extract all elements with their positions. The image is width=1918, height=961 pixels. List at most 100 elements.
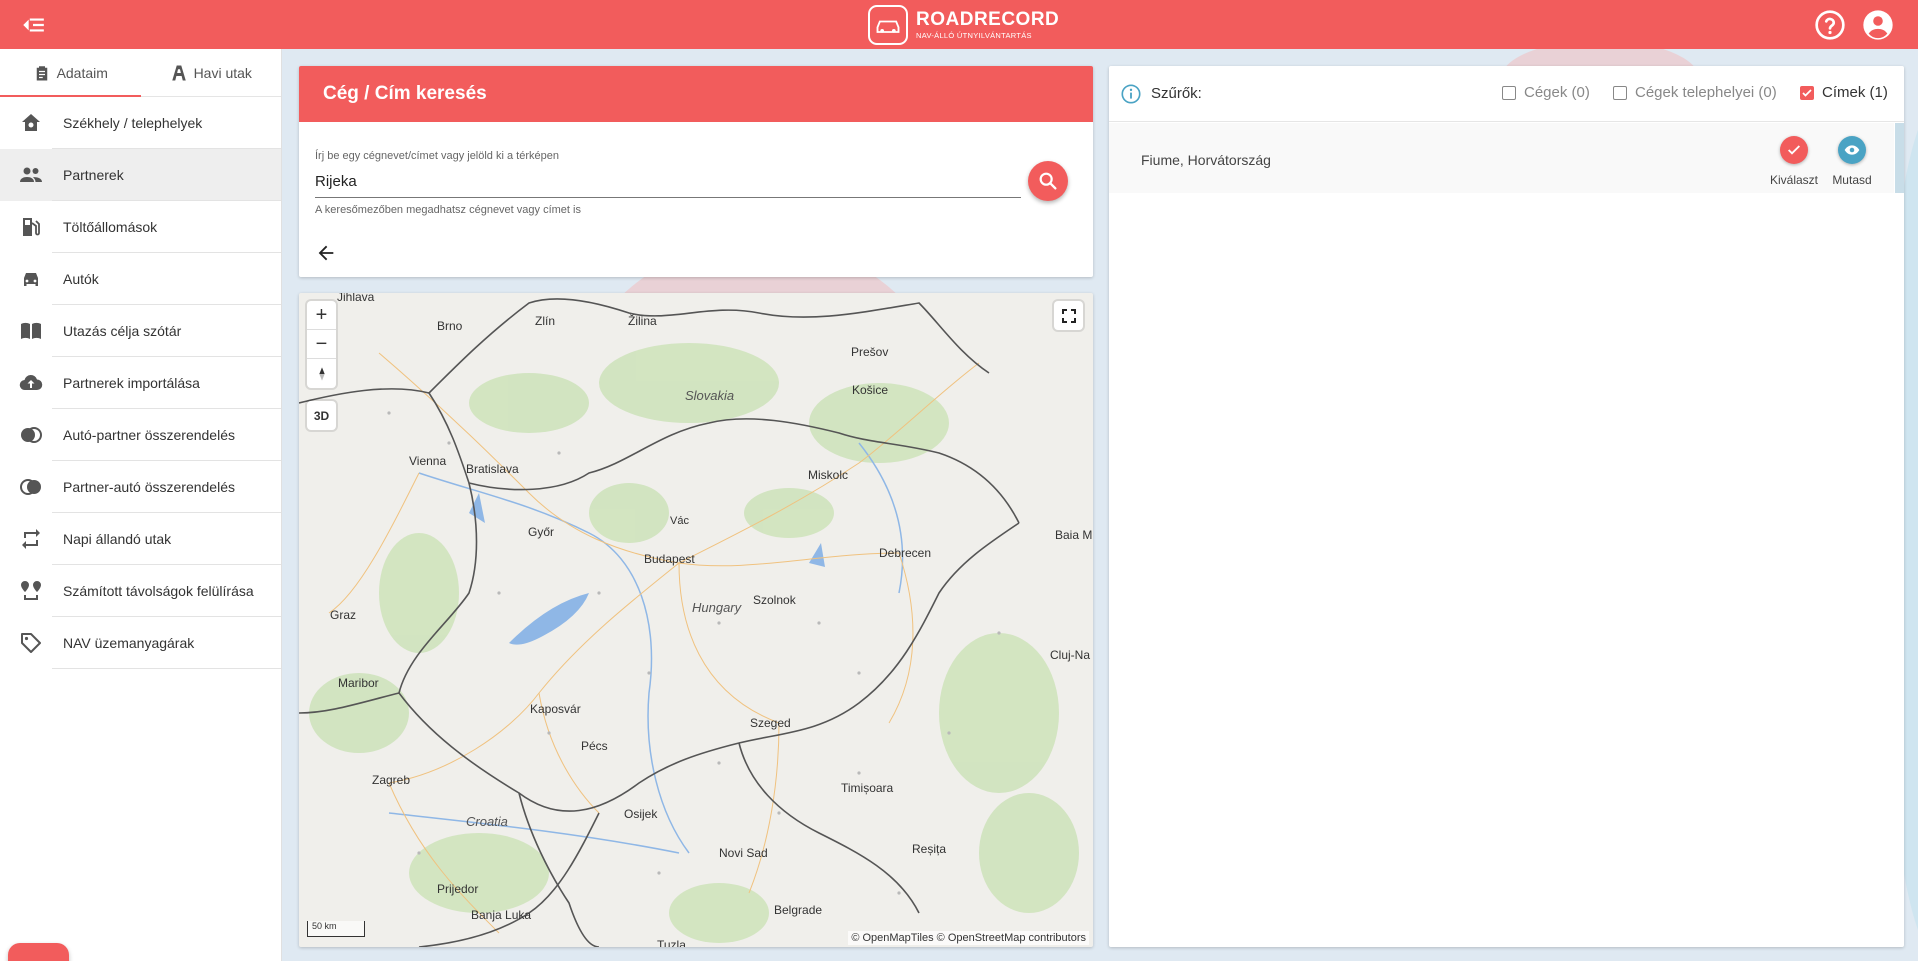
sidebar-item-partnerek[interactable]: Partnerek	[0, 149, 281, 201]
map-city-label: Zagreb	[372, 773, 411, 787]
logo-subtitle: NAV-ÁLLÓ ÚTNYILVÁNTARTÁS	[916, 31, 1032, 41]
account-icon[interactable]	[1862, 9, 1894, 41]
show-action[interactable]: Mutasd	[1825, 136, 1879, 187]
result-address: Fiume, Horvátország	[1141, 152, 1271, 168]
sidebar-item-autok[interactable]: Autók	[0, 253, 281, 305]
map-city-label: Kaposvár	[530, 702, 581, 716]
mail-button[interactable]	[8, 943, 69, 961]
eye-icon	[1844, 145, 1860, 155]
tab-havi-utak[interactable]: Havi utak	[141, 49, 282, 96]
search-button[interactable]	[1028, 161, 1068, 201]
book-icon	[21, 322, 41, 339]
select-label: Kiválaszt	[1769, 173, 1819, 187]
checkbox-icon	[1502, 85, 1516, 100]
sidebar-item-label: Utazás célja szótár	[63, 323, 182, 339]
map-city-label: Győr	[528, 525, 555, 539]
sidebar-item-szekhely[interactable]: Székhely / telephelyek	[0, 97, 281, 149]
sidebar-item-label: Partnerek	[63, 167, 124, 183]
search-input[interactable]	[315, 166, 1021, 198]
filter-bar: Szűrők: Cégek (0) Cégek telephelyei (0) …	[1109, 66, 1904, 122]
filter-cegek-telephelyei[interactable]: Cégek telephelyei (0)	[1613, 84, 1777, 101]
sidebar-item-szamitott-tavolsagok[interactable]: Számított távolságok felülírása	[0, 565, 281, 617]
show-button[interactable]	[1838, 136, 1866, 164]
info-icon	[1121, 84, 1141, 104]
sidebar-item-label: Székhely / telephelyek	[63, 115, 203, 131]
map-city-label: Vienna	[409, 454, 447, 468]
fullscreen-icon	[1061, 308, 1076, 323]
menu-back-icon[interactable]	[20, 12, 46, 38]
link-icon	[20, 479, 41, 495]
filter-label: Cégek (0)	[1524, 84, 1590, 101]
map-city-label: Tuzla	[657, 938, 686, 947]
cloud-upload-icon	[19, 375, 43, 391]
fullscreen-button[interactable]	[1054, 301, 1083, 330]
tab-adataim[interactable]: Adataim	[0, 49, 141, 97]
filter-label: Címek (1)	[1822, 84, 1888, 101]
map-city-label: Szeged	[750, 716, 791, 730]
sidebar-item-label: Napi állandó utak	[63, 531, 172, 547]
sidebar-menu: Székhely / telephelyek Partnerek Töltőál…	[0, 97, 281, 669]
tag-icon	[21, 633, 41, 653]
repeat-icon	[22, 529, 40, 549]
map-3d-button[interactable]: 3D	[307, 401, 336, 430]
search-card-title: Cég / Cím keresés	[299, 66, 1093, 122]
people-icon	[20, 167, 42, 182]
map-city-label: Prešov	[851, 345, 889, 359]
map-city-label: Zlín	[535, 314, 556, 328]
filter-label: Cégek telephelyei (0)	[1635, 84, 1777, 101]
map-city-label: Debrecen	[879, 546, 932, 560]
results-scrollbar[interactable]	[1895, 123, 1904, 193]
check-icon	[1788, 145, 1800, 155]
logo-car-icon	[868, 5, 908, 45]
filter-cimek[interactable]: Címek (1)	[1800, 84, 1888, 101]
map-city-label: Miskolc	[808, 468, 849, 482]
sidebar-item-label: Autók	[63, 271, 99, 287]
sidebar-tabs: Adataim Havi utak	[0, 49, 281, 97]
search-label: Írj be egy cégnevet/címet vagy jelöld ki…	[315, 150, 559, 162]
map-city-label: Bratislava	[466, 462, 519, 476]
sidebar-item-toltoallomasok[interactable]: Töltőállomások	[0, 201, 281, 253]
sidebar-item-label: Számított távolságok felülírása	[63, 583, 254, 599]
map-city-label: Timișoara	[841, 781, 894, 795]
map-city-label: Szolnok	[753, 593, 796, 607]
tab-label: Havi utak	[193, 64, 252, 81]
search-card: Cég / Cím keresés Írj be egy cégnevet/cí…	[299, 66, 1093, 277]
clipboard-icon	[36, 65, 47, 80]
back-arrow-icon[interactable]	[315, 242, 337, 264]
sidebar-item-label: Autó-partner összerendelés	[63, 427, 235, 443]
result-item[interactable]: Fiume, Horvátország Kiválaszt Mutasd	[1109, 123, 1894, 193]
help-icon[interactable]	[1814, 9, 1846, 41]
sidebar-item-partnerek-importalasa[interactable]: Partnerek importálása	[0, 357, 281, 409]
logo: ROADRECORD NAV-ÁLLÓ ÚTNYILVÁNTARTÁS	[868, 5, 1059, 45]
compass-button[interactable]	[307, 359, 336, 388]
zoom-in-button[interactable]: +	[307, 301, 336, 330]
map-country-label: Croatia	[466, 814, 508, 829]
route-icon	[21, 581, 41, 600]
sidebar-item-partner-auto[interactable]: Partner-autó összerendelés	[0, 461, 281, 513]
map-city-label: Cluj-Na	[1050, 648, 1091, 662]
filter-cegek[interactable]: Cégek (0)	[1502, 84, 1590, 101]
map-city-label: Banja Luka	[471, 908, 532, 922]
checkbox-checked-icon	[1800, 85, 1814, 100]
map-scale: 50 km	[307, 921, 365, 937]
map[interactable]: Jihlava Brno Zlín Žilina Prešov Košice V…	[299, 293, 1093, 947]
filter-title: Szűrők:	[1151, 85, 1202, 102]
map-city-label: Vác	[670, 515, 689, 527]
map-city-label: Prijedor	[437, 882, 479, 896]
search-hint: A keresőmezőben megadhatsz cégnevet vagy…	[315, 204, 581, 216]
sidebar-item-napi-utak[interactable]: Napi állandó utak	[0, 513, 281, 565]
select-button[interactable]	[1780, 136, 1808, 164]
sidebar-item-utazas-celja[interactable]: Utazás célja szótár	[0, 305, 281, 357]
sidebar-item-nav-uzemanyagarak[interactable]: NAV üzemanyagárak	[0, 617, 281, 669]
sidebar-item-label: Töltőállomások	[63, 219, 158, 235]
map-country-label: Hungary	[692, 600, 742, 615]
select-action[interactable]: Kiválaszt	[1767, 136, 1821, 187]
road-icon	[171, 65, 186, 80]
map-city-label: Košice	[852, 383, 889, 397]
map-attribution[interactable]: © OpenMapTiles © OpenStreetMap contribut…	[848, 931, 1089, 945]
link-icon	[21, 427, 42, 443]
results-panel: Szűrők: Cégek (0) Cégek telephelyei (0) …	[1109, 66, 1904, 947]
sidebar-item-auto-partner[interactable]: Autó-partner összerendelés	[0, 409, 281, 461]
home-icon	[22, 114, 40, 131]
zoom-out-button[interactable]: −	[307, 330, 336, 359]
